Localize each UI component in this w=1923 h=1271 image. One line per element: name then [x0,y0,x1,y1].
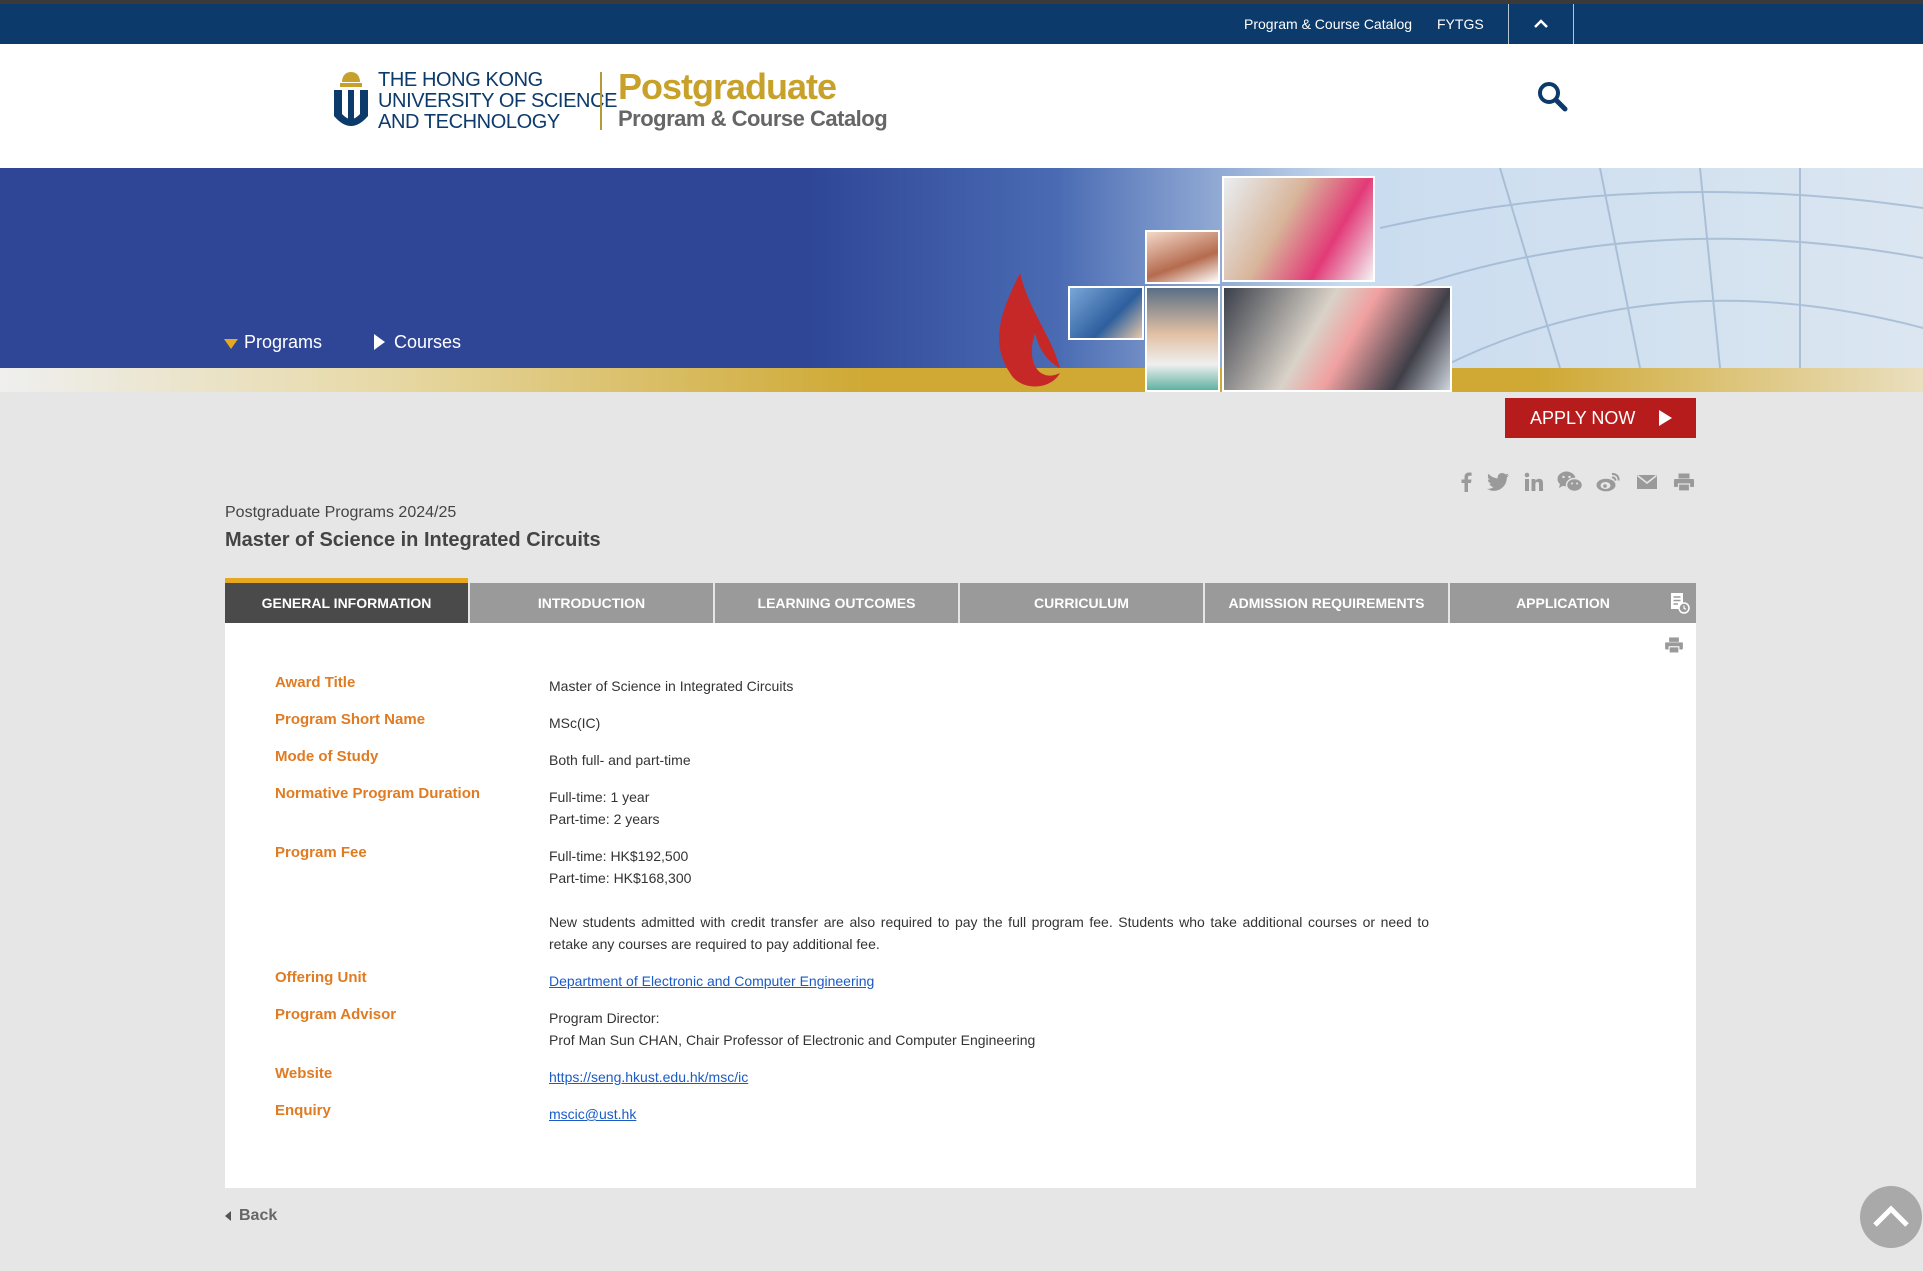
wechat-icon[interactable] [1557,470,1583,494]
website-link[interactable]: https://seng.hkust.edu.hk/msc/ic [549,1069,748,1085]
banner-photo-writing [1145,230,1220,284]
fee-full-time: Full-time: HK$192,500 [549,848,689,864]
general-information-panel: Award Title Master of Science in Integra… [225,623,1696,1188]
field-value: Full-time: 1 year Part-time: 2 years [549,786,1429,830]
field-value: Department of Electronic and Computer En… [549,970,1429,992]
field-label: Program Short Name [275,711,426,728]
triangle-down-icon [224,339,238,349]
university-name: THE HONG KONG UNIVERSITY OF SCIENCE AND … [378,70,617,133]
logo-divider [600,72,602,130]
advisor-role: Program Director: [549,1010,660,1026]
catalog-link[interactable]: Program & Course Catalog [1244,16,1412,32]
program-tabs: GENERAL INFORMATION INTRODUCTION LEARNIN… [225,578,1696,633]
field-value: MSc(IC) [549,715,601,731]
facebook-icon[interactable] [1458,470,1474,494]
top-bar: Program & Course Catalog FYTGS [0,4,1923,44]
search-icon[interactable] [1536,80,1568,112]
building-graphic [1380,168,1923,368]
field-label: Program Fee [275,844,367,861]
field-value: mscic@ust.hk [549,1103,1429,1125]
tab-curriculum[interactable]: CURRICULUM [960,583,1203,623]
scroll-to-top-button[interactable] [1860,1186,1922,1248]
chevron-up-icon [1873,1205,1909,1227]
field-value: https://seng.hkust.edu.hk/msc/ic [549,1066,1429,1088]
university-name-line: UNIVERSITY OF SCIENCE [378,90,618,112]
tab-introduction[interactable]: INTRODUCTION [470,583,713,623]
university-name-line: THE HONG KONG [378,69,543,91]
tab-admission-requirements[interactable]: ADMISSION REQUIREMENTS [1205,583,1448,623]
email-icon[interactable] [1636,470,1658,494]
field-value: Master of Science in Integrated Circuits [549,678,794,694]
collapse-button[interactable] [1509,4,1573,44]
nav-courses[interactable]: Courses [394,332,461,353]
apply-now-button[interactable]: APPLY NOW [1505,398,1696,438]
field-value: Both full- and part-time [549,752,691,768]
flame-logo-icon [999,273,1060,387]
tab-label: APPLICATION [1516,595,1610,611]
enquiry-email-link[interactable]: mscic@ust.hk [549,1106,636,1122]
weibo-icon[interactable] [1596,470,1620,494]
advisor-name: Prof Man Sun CHAN, Chair Professor of El… [549,1032,1036,1048]
field-value: Program Director: Prof Man Sun CHAN, Cha… [549,1007,1429,1051]
tab-label: ADMISSION REQUIREMENTS [1228,595,1425,611]
breadcrumb: Postgraduate Programs 2024/25 [225,504,457,521]
back-link[interactable]: Back [225,1207,277,1225]
hero-banner: Programs Courses [0,168,1923,392]
banner-photo-student [1145,286,1220,392]
banner-photo-students [1222,176,1375,282]
topbar-divider [1573,4,1574,44]
linkedin-icon[interactable] [1523,470,1545,494]
play-icon [1659,410,1672,426]
field-label: Offering Unit [275,969,367,986]
university-name-line: AND TECHNOLOGY [378,111,560,133]
tab-label: INTRODUCTION [537,595,646,611]
tab-application[interactable]: APPLICATION [1450,583,1696,623]
back-label: Back [239,1207,278,1224]
nav-programs[interactable]: Programs [244,332,322,353]
field-label: Award Title [275,674,356,691]
tab-learning-outcomes[interactable]: LEARNING OUTCOMES [715,583,958,623]
field-label: Enquiry [275,1102,331,1119]
apply-now-label: APPLY NOW [1530,407,1636,428]
triangle-left-icon [225,1210,231,1221]
field-label: Mode of Study [275,748,379,765]
field-value: Full-time: HK$192,500 Part-time: HK$168,… [549,845,1429,955]
tab-label: GENERAL INFORMATION [261,595,432,611]
offering-unit-link[interactable]: Department of Electronic and Computer En… [549,973,874,989]
chevron-up-icon [1534,19,1548,28]
banner-photo-classroom [1222,286,1452,392]
tab-label: LEARNING OUTCOMES [757,595,916,611]
twitter-icon[interactable] [1486,470,1510,494]
page-title: Master of Science in Integrated Circuits [225,529,601,551]
triangle-right-icon [374,334,385,350]
fee-note: New students admitted with credit transf… [549,914,1429,952]
field-label: Program Advisor [275,1006,397,1023]
fee-part-time: Part-time: HK$168,300 [549,870,692,886]
print-icon[interactable] [1673,470,1695,494]
banner-photo-lab [1068,286,1144,340]
print-icon[interactable] [1665,637,1683,653]
site-header: THE HONG KONG UNIVERSITY OF SCIENCE AND … [0,44,1923,168]
tab-label: CURRICULUM [1034,595,1129,611]
tab-general-information[interactable]: GENERAL INFORMATION [225,578,468,633]
fytgs-link[interactable]: FYTGS [1437,16,1484,32]
catalog-title: Postgraduate [618,66,837,107]
hkust-logo-icon[interactable] [332,70,370,130]
banner-gold-stripe [0,368,1923,392]
catalog-subtitle: Program & Course Catalog [618,106,888,131]
document-clock-icon[interactable] [1670,592,1690,614]
field-label: Website [275,1065,333,1082]
duration-part-time: Part-time: 2 years [549,811,660,827]
duration-full-time: Full-time: 1 year [549,789,650,805]
field-label: Normative Program Duration [275,785,481,802]
